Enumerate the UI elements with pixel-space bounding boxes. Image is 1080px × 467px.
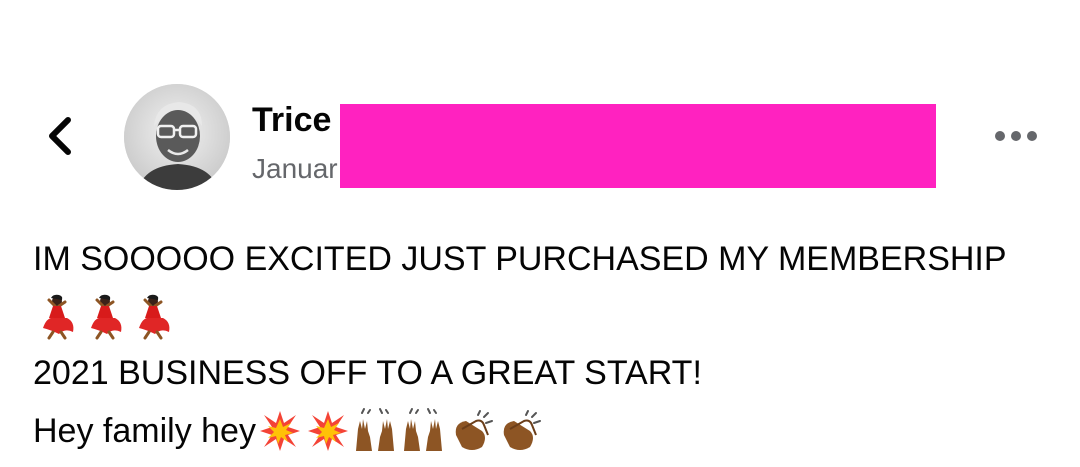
post-body: IM SOOOOO EXCITED JUST PURCHASED MY MEMB… [33,230,1063,460]
back-button[interactable] [40,112,80,160]
post-header: Trice Januar [0,0,1080,200]
redaction-box [340,104,936,188]
raising-hands-emoji [355,408,394,451]
post-line-1: IM SOOOOO EXCITED JUST PURCHASED MY MEMB… [33,240,1007,278]
post-line-2-emojis [33,288,1063,344]
post-line-3: 2021 BUSINESS OFF TO A GREAT START! [33,354,702,392]
dancer-emoji [43,294,74,340]
post-line-4: Hey family hey [33,402,1063,460]
post-date[interactable]: Januar [252,152,338,186]
dancer-emoji [139,294,170,340]
raising-hands-emoji [403,408,442,451]
avatar[interactable] [124,84,230,190]
chevron-left-icon [49,117,71,155]
post-line-4-text: Hey family hey [33,412,256,450]
dancer-emoji [91,294,122,340]
clapping-hands-emoji [503,410,541,450]
more-options-button[interactable] [990,120,1046,152]
more-horizontal-icon [995,131,1037,141]
collision-emoji [259,411,300,451]
collision-emoji [307,411,348,451]
clapping-hands-emoji [455,410,493,450]
author-name[interactable]: Trice [252,100,331,140]
avatar-image [124,84,230,190]
